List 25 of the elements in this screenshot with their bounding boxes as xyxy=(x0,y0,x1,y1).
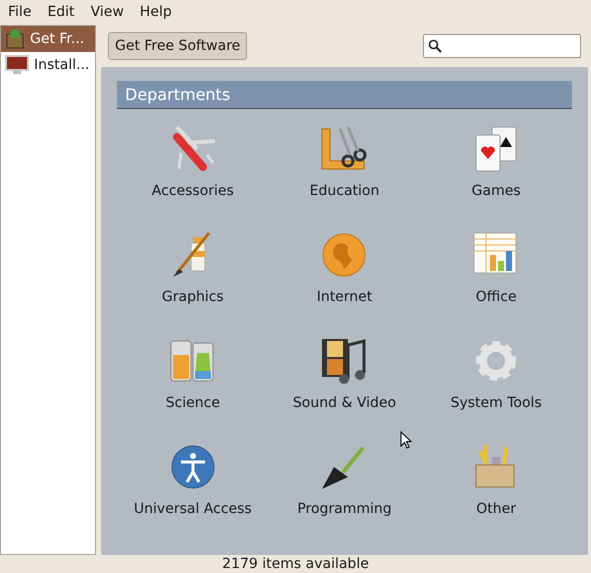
menu-item[interactable]: View xyxy=(84,2,130,23)
department-tile[interactable]: Other xyxy=(420,441,572,527)
search-icon xyxy=(428,39,442,53)
department-tile[interactable]: Education xyxy=(268,123,420,209)
department-tile[interactable]: Games xyxy=(420,123,572,209)
sidebar-item[interactable]: Get Fr... xyxy=(1,26,95,52)
search-field[interactable] xyxy=(423,34,581,58)
monitor-icon xyxy=(4,54,30,76)
department-tile[interactable]: Accessories xyxy=(117,123,269,209)
department-tile[interactable]: Office xyxy=(420,229,572,315)
get-free-software-button[interactable]: Get Free Software xyxy=(108,32,248,60)
department-tile[interactable]: Internet xyxy=(268,229,420,315)
department-tile[interactable]: Sound & Video xyxy=(268,335,420,421)
mouse-cursor-icon xyxy=(400,431,412,449)
menu-item[interactable]: Help xyxy=(134,2,178,23)
sidebar-item[interactable]: Install... xyxy=(1,52,95,78)
menu-item[interactable]: File xyxy=(2,2,38,23)
menu-item[interactable]: Edit xyxy=(41,2,81,23)
department-tile[interactable]: Programming xyxy=(268,441,420,527)
status-text: 2179 items available xyxy=(222,555,369,573)
department-tile[interactable]: System Tools xyxy=(420,335,572,421)
department-tile[interactable]: Graphics xyxy=(117,229,269,315)
department-tile[interactable]: Universal Access xyxy=(117,441,269,527)
departments-header: Departments xyxy=(117,81,572,109)
department-tile[interactable]: Science xyxy=(117,335,269,421)
